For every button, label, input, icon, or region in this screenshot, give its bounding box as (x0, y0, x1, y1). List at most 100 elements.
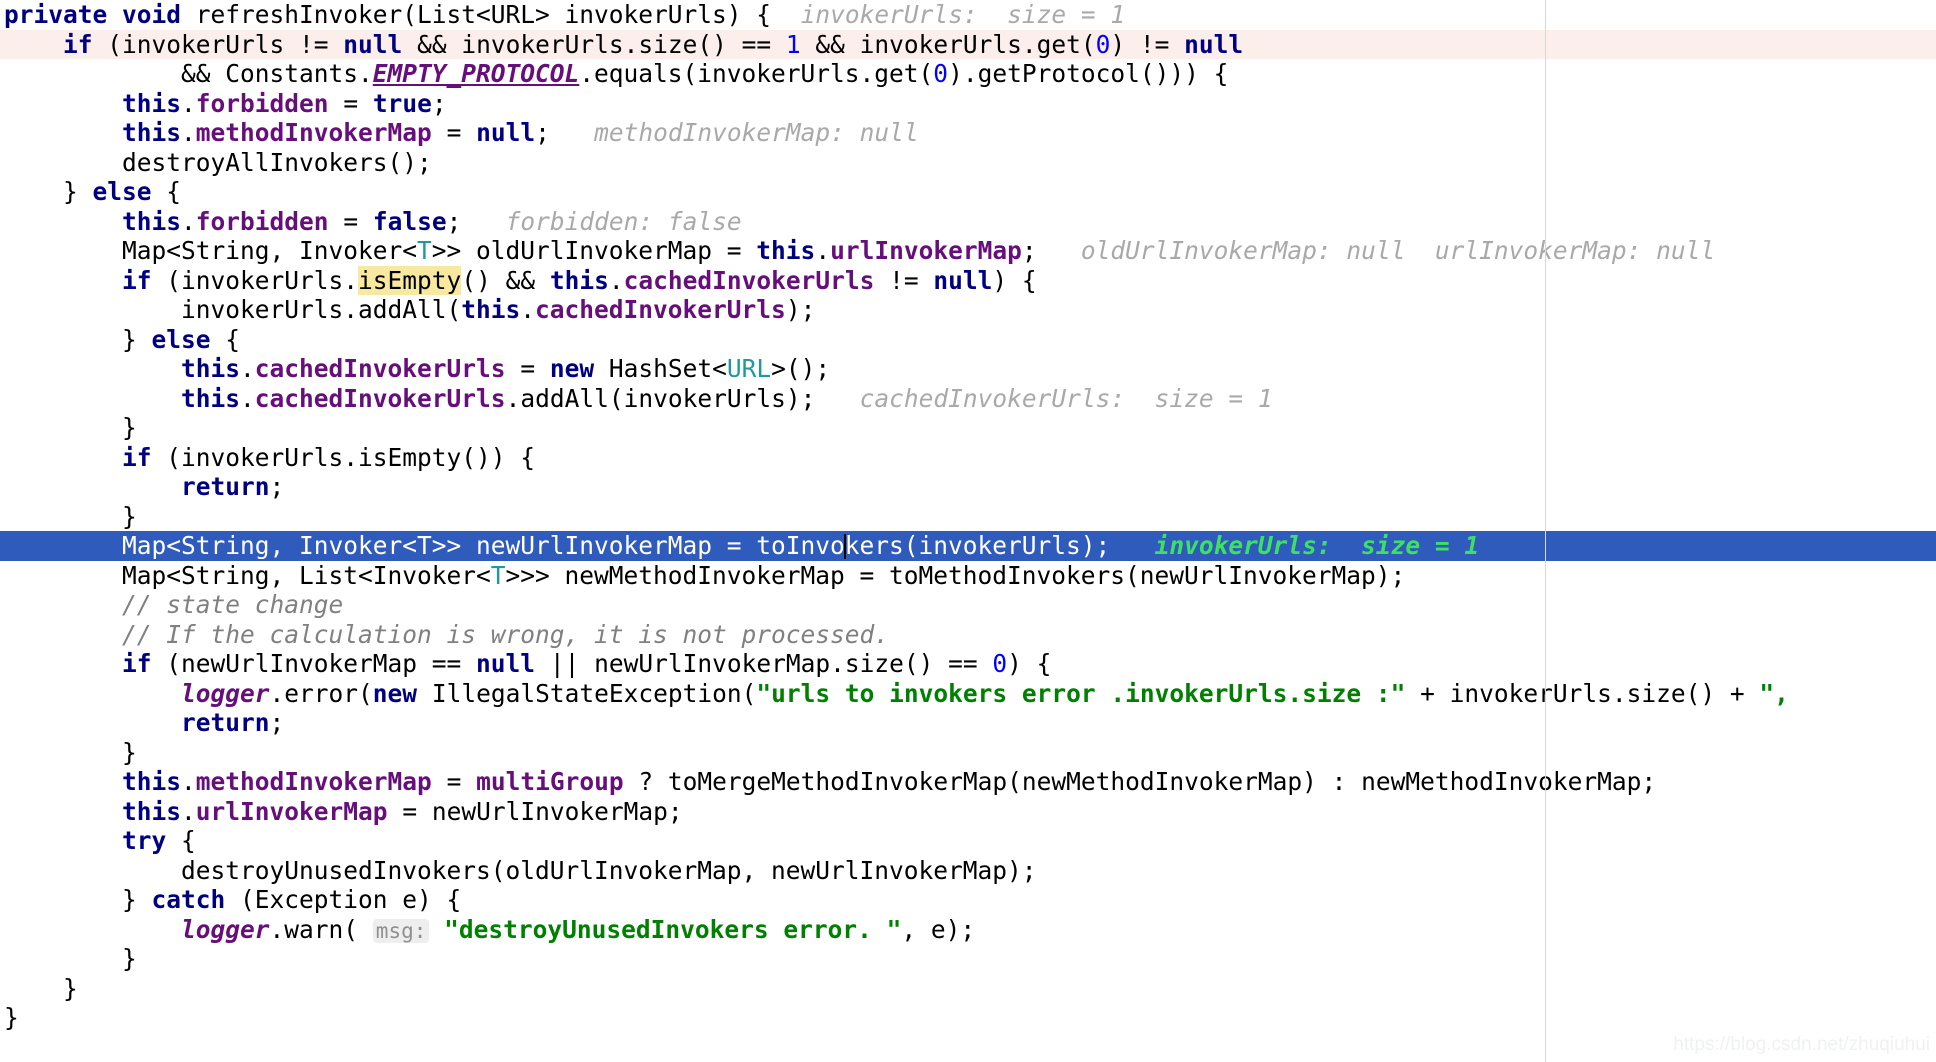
code-line[interactable]: this.methodInvokerMap = multiGroup ? toM… (0, 767, 1936, 797)
code-line[interactable]: if (invokerUrls.isEmpty()) { (0, 443, 1936, 473)
code-token-num: 0 (1095, 29, 1111, 59)
code-line[interactable]: if (newUrlInvokerMap == null || newUrlIn… (0, 649, 1936, 679)
code-token-plain: .equals(invokerUrls.get( (579, 59, 934, 88)
code-token-field: urlInvokerMap (830, 236, 1022, 265)
code-token-plain: || newUrlInvokerMap.size() == (535, 649, 993, 678)
code-token-plain: invokerUrls.addAll( (4, 295, 462, 324)
code-token-kw: this (122, 206, 182, 236)
code-token-field: forbidden (195, 206, 329, 236)
code-line[interactable]: if (invokerUrls != null && invokerUrls.s… (0, 29, 1936, 59)
code-token-hint: forbidden: false (505, 206, 742, 236)
code-line[interactable]: // If the calculation is wrong, it is no… (0, 620, 1936, 650)
code-line[interactable]: invokerUrls.addAll(this.cachedInvokerUrl… (0, 295, 1936, 325)
code-line[interactable]: this.urlInvokerMap = newUrlInvokerMap; (0, 797, 1936, 827)
code-token-plain: = (328, 206, 373, 236)
code-token-kw: if (122, 649, 152, 678)
code-token-kw: this (461, 295, 521, 324)
code-token-kw: false (372, 206, 447, 236)
code-token-hint: oldUrlInvokerMap: null (1080, 236, 1406, 265)
code-line[interactable]: } (0, 944, 1936, 974)
code-token-plain: destroyUnusedInvokers(oldUrlInvokerMap, … (4, 855, 1037, 885)
code-line[interactable]: this.cachedInvokerUrls = new HashSet<URL… (0, 354, 1936, 384)
code-token-plain: (newUrlInvokerMap == (151, 649, 477, 678)
code-line[interactable]: } (0, 502, 1936, 532)
code-token-generic: T (490, 560, 506, 590)
code-line[interactable]: this.cachedInvokerUrls.addAll(invokerUrl… (0, 384, 1936, 414)
code-token-plain: destroyAllInvokers(); (4, 147, 432, 177)
code-editor[interactable]: private void refreshInvoker(List<URL> in… (0, 0, 1936, 1062)
code-line[interactable]: private void refreshInvoker(List<URL> in… (0, 0, 1936, 30)
code-token-plain: . (181, 118, 196, 147)
code-line[interactable]: && Constants.EMPTY_PROTOCOL.equals(invok… (0, 59, 1936, 89)
code-line[interactable]: this.forbidden = true; (0, 89, 1936, 119)
code-line[interactable]: Map<String, Invoker<T>> newUrlInvokerMap… (0, 531, 1936, 561)
code-line[interactable]: } (0, 974, 1936, 1004)
code-token-field: urlInvokerMap (195, 796, 388, 826)
code-line[interactable]: destroyAllInvokers(); (0, 148, 1936, 178)
code-token-plain: && invokerUrls.get( (800, 29, 1096, 59)
code-token-plain: ).getProtocol())) { (948, 59, 1229, 88)
code-line[interactable]: } else { (0, 325, 1936, 355)
code-line[interactable]: Map<String, Invoker<T>> oldUrlInvokerMap… (0, 236, 1936, 266)
code-line[interactable]: logger.error(new IllegalStateException("… (0, 679, 1936, 709)
code-token-plain: } (4, 324, 152, 354)
code-token-plain: = (328, 88, 373, 118)
code-line[interactable]: } (0, 413, 1936, 443)
code-token-plain: >(); (771, 354, 831, 383)
code-token-generic: T (417, 531, 432, 560)
code-token-plain: (invokerUrls != (92, 29, 344, 59)
code-token-plain: ; (535, 118, 595, 147)
code-token-kw: private (4, 0, 108, 29)
code-line[interactable]: try { (0, 826, 1936, 856)
code-token-kw: if (122, 265, 152, 295)
code-line[interactable]: } (0, 738, 1936, 768)
code-token-plain: .addAll(invokerUrls); (505, 383, 860, 413)
code-token-plain: kers(invokerUrls); (844, 531, 1155, 560)
code-line[interactable]: Map<String, List<Invoker<T>>> newMethodI… (0, 561, 1936, 591)
code-token-kw: this (122, 767, 182, 796)
code-token-plain: >> oldUrlInvokerMap = (431, 236, 757, 265)
code-line[interactable]: // state change (0, 590, 1936, 620)
code-token-plain: } (4, 1003, 19, 1032)
code-token-plain: . (240, 383, 255, 413)
code-token-kw: new (372, 678, 418, 708)
code-token-kw: null (933, 265, 993, 295)
code-token-kw: null (1184, 29, 1244, 59)
code-line[interactable]: return; (0, 472, 1936, 502)
code-token-plain: { (166, 826, 196, 855)
code-token-generic: URL (726, 354, 772, 383)
code-token-kw: this (181, 354, 241, 383)
code-token-kw: null (476, 118, 536, 147)
code-line[interactable]: if (invokerUrls.isEmpty() && this.cached… (0, 265, 1936, 296)
code-token-plain: () && (461, 265, 550, 295)
code-line[interactable]: } else { (0, 177, 1936, 207)
code-line[interactable]: } catch (Exception e) { (0, 885, 1936, 915)
code-line[interactable]: logger.warn( msg: "destroyUnusedInvokers… (0, 915, 1936, 945)
code-line[interactable]: } (0, 1003, 1936, 1033)
code-lines-container[interactable]: private void refreshInvoker(List<URL> in… (0, 0, 1936, 1033)
code-token-plain: ; (446, 206, 506, 236)
code-token-plain: >> newUrlInvokerMap = toInvo (431, 531, 845, 560)
code-token-field: cachedInvokerUrls (254, 354, 506, 383)
code-line[interactable]: destroyUnusedInvokers(oldUrlInvokerMap, … (0, 856, 1936, 886)
code-token-hint: invokerUrls: size = 1 (800, 0, 1126, 29)
code-token-field: cachedInvokerUrls (254, 383, 506, 413)
code-token-plain: = (431, 767, 477, 796)
code-line[interactable]: this.methodInvokerMap = null; methodInvo… (0, 118, 1936, 148)
code-line[interactable]: return; (0, 708, 1936, 738)
code-token-plain: = (431, 118, 477, 147)
code-token-plain: } (4, 944, 137, 973)
code-line[interactable]: this.forbidden = false; forbidden: false (0, 207, 1936, 237)
code-token-kw: if (122, 442, 152, 472)
code-token-hint: cachedInvokerUrls: size = 1 (859, 383, 1273, 413)
